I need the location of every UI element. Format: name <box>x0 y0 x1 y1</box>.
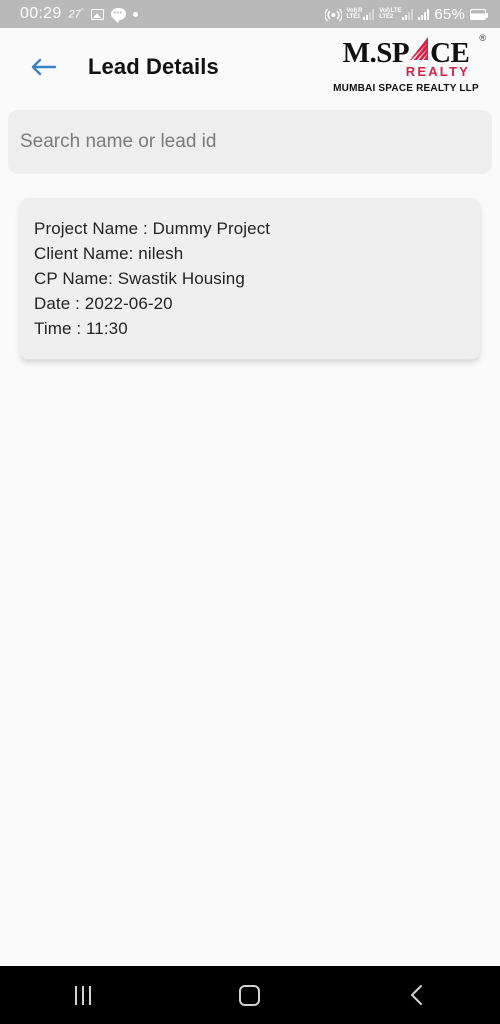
sim1-signal-bars <box>363 8 375 20</box>
back-button[interactable] <box>16 39 72 95</box>
dot-icon <box>132 11 138 17</box>
phone-screen: 00:29 27° ••• VoI) R LTE1 VoI) LTE LTE2 … <box>0 0 500 1024</box>
battery-percent: 65% <box>434 5 465 23</box>
battery-icon <box>470 8 488 20</box>
sim2-signal-bars <box>402 8 414 20</box>
sail-icon <box>409 36 430 62</box>
status-clock: 00:29 <box>20 5 62 22</box>
lead-client-name: Client Name: nilesh <box>34 244 184 263</box>
home-icon <box>239 984 261 1006</box>
recents-button[interactable] <box>43 966 123 1024</box>
lead-time: Time : 11:30 <box>34 319 128 338</box>
status-bar-right: VoI) R LTE1 VoI) LTE LTE2 65% <box>323 5 492 23</box>
nav-back-icon <box>410 985 422 1005</box>
lead-cp-name: CP Name: Swastik Housing <box>34 269 245 288</box>
lead-card[interactable]: Project Name : Dummy Project Client Name… <box>20 198 480 359</box>
system-navigation-bar <box>0 966 500 1024</box>
lead-project-name: Project Name : Dummy Project <box>34 219 271 238</box>
logo-text-part1: M.SP <box>342 37 410 69</box>
status-bar-left: 00:29 27° ••• <box>8 5 138 23</box>
logo-wordmark: M.SP CE ® <box>328 33 486 69</box>
search-input[interactable] <box>20 131 480 153</box>
app-logo: M.SP CE ® REALTY MUMBAI SPACE REALTY LLP <box>328 33 486 94</box>
registered-trademark-icon: ® <box>479 33 486 43</box>
app-bar: Lead Details M.SP CE ® REALTY MUMBAI SPA… <box>0 28 500 105</box>
status-temperature: 27° <box>68 7 84 21</box>
photo-icon <box>90 8 104 20</box>
page-title: Lead Details <box>88 53 219 79</box>
search-box[interactable] <box>8 110 492 174</box>
wifi-signal-bars <box>418 8 430 20</box>
system-back-button[interactable] <box>377 966 457 1024</box>
search-section <box>8 110 492 174</box>
status-bar: 00:29 27° ••• VoI) R LTE1 VoI) LTE LTE2 … <box>0 0 500 28</box>
logo-subtitle: MUMBAI SPACE REALTY LLP <box>333 83 479 94</box>
back-arrow-icon <box>31 58 57 75</box>
sim1-indicator: VoI) R LTE1 <box>347 8 375 20</box>
home-button[interactable] <box>210 966 290 1024</box>
lead-date: Date : 2022-06-20 <box>34 294 173 313</box>
sim2-indicator: VoI) LTE LTE2 <box>379 8 414 20</box>
logo-text-part2: CE <box>430 37 470 69</box>
recents-icon <box>75 985 92 1005</box>
chat-icon: ••• <box>110 8 126 23</box>
cast-icon <box>323 7 343 22</box>
